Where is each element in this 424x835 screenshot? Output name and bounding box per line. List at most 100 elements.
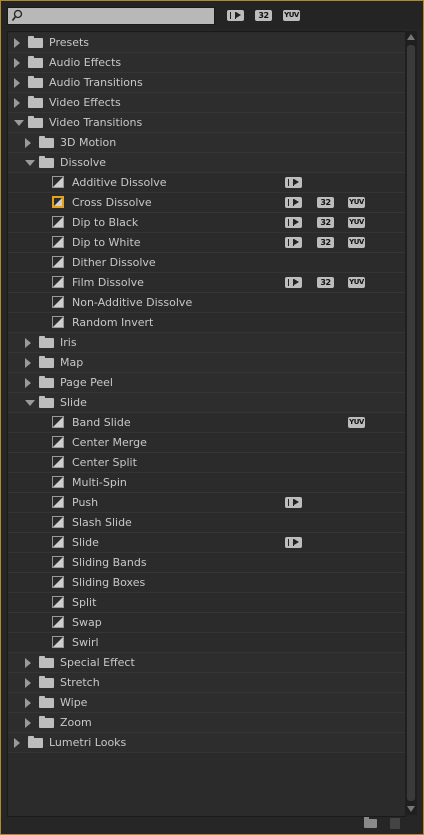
effect-label: Non-Additive Dissolve <box>72 296 193 309</box>
yuv-effects-filter-button[interactable]: YUV <box>283 10 300 21</box>
effect-row[interactable]: Dip to Black 32 YUV <box>8 213 405 233</box>
bin-label: Special Effect <box>60 656 135 669</box>
bin-row[interactable]: 3D Motion <box>8 133 405 153</box>
bin-row[interactable]: Dissolve <box>8 153 405 173</box>
bin-row[interactable]: Zoom <box>8 713 405 733</box>
effect-row[interactable]: Band Slide YUV <box>8 413 405 433</box>
disclosure-open-icon[interactable] <box>25 400 35 406</box>
disclosure-closed-icon[interactable] <box>25 698 31 708</box>
effect-row[interactable]: Dither Dissolve <box>8 253 405 273</box>
effect-label: Split <box>72 596 97 609</box>
disclosure-closed-icon[interactable] <box>14 38 20 48</box>
scroll-thumb[interactable] <box>407 45 415 801</box>
accelerated-effects-icon <box>285 497 302 508</box>
delete-icon[interactable] <box>390 818 400 829</box>
transition-icon <box>52 516 64 528</box>
bin-row[interactable]: Map <box>8 353 405 373</box>
presets-folder-icon <box>28 36 43 48</box>
bin-label: Video Transitions <box>49 116 143 129</box>
disclosure-closed-icon[interactable] <box>14 738 20 748</box>
effect-row[interactable]: Non-Additive Dissolve <box>8 293 405 313</box>
effect-row[interactable]: Additive Dissolve <box>8 173 405 193</box>
vertical-scrollbar[interactable] <box>405 31 417 815</box>
disclosure-closed-icon[interactable] <box>25 338 31 348</box>
bin-label: Lumetri Looks <box>49 736 127 749</box>
yuv-effects-icon: YUV <box>348 197 365 208</box>
bin-label: Audio Effects <box>49 56 122 69</box>
accelerated-effects-filter-button[interactable] <box>227 10 244 21</box>
bin-label: Dissolve <box>60 156 107 169</box>
yuv-effects-icon: YUV <box>348 237 365 248</box>
accelerated-effects-icon <box>285 177 302 188</box>
folder-icon <box>39 156 54 168</box>
bin-row[interactable]: Iris <box>8 333 405 353</box>
bin-row[interactable]: Page Peel <box>8 373 405 393</box>
accelerated-effects-icon <box>285 197 302 208</box>
effect-row[interactable]: Slash Slide <box>8 513 405 533</box>
effect-row[interactable]: Center Split <box>8 453 405 473</box>
effect-row[interactable]: Slide <box>8 533 405 553</box>
disclosure-closed-icon[interactable] <box>25 358 31 368</box>
transition-icon <box>52 636 64 648</box>
bin-row[interactable]: Audio Effects <box>8 53 405 73</box>
effect-label: Swirl <box>72 636 99 649</box>
effect-row[interactable]: Split <box>8 593 405 613</box>
effect-row[interactable]: Random Invert <box>8 313 405 333</box>
bin-row[interactable]: Video Effects <box>8 93 405 113</box>
yuv-effects-icon: YUV <box>284 11 299 19</box>
effect-row[interactable]: Swirl <box>8 633 405 653</box>
transition-icon <box>52 276 64 288</box>
bin-row[interactable]: Slide <box>8 393 405 413</box>
bin-row[interactable]: Special Effect <box>8 653 405 673</box>
effect-label: Additive Dissolve <box>72 176 167 189</box>
effect-label: Swap <box>72 616 102 629</box>
effect-row[interactable]: Swap <box>8 613 405 633</box>
disclosure-open-icon[interactable] <box>25 160 35 166</box>
32-bit-effects-filter-button[interactable]: 32 <box>255 10 272 21</box>
bin-row[interactable]: Stretch <box>8 673 405 693</box>
transition-icon <box>52 436 64 448</box>
disclosure-closed-icon[interactable] <box>14 78 20 88</box>
bin-row[interactable]: Presets <box>8 33 405 53</box>
bin-row[interactable]: Lumetri Looks <box>8 733 405 753</box>
effect-row[interactable]: Sliding Bands <box>8 553 405 573</box>
disclosure-closed-icon[interactable] <box>25 678 31 688</box>
search-input[interactable] <box>7 7 215 25</box>
effect-label: Dip to White <box>72 236 141 249</box>
effect-row[interactable]: Push <box>8 493 405 513</box>
folder-icon <box>39 376 54 388</box>
folder-icon <box>39 396 54 408</box>
effect-row[interactable]: Center Merge <box>8 433 405 453</box>
effect-row[interactable]: Cross Dissolve 32 YUV <box>8 193 405 213</box>
effect-label: Center Split <box>72 456 137 469</box>
effect-row[interactable]: Film Dissolve 32 YUV <box>8 273 405 293</box>
effect-row[interactable]: Multi-Spin <box>8 473 405 493</box>
transition-icon <box>52 216 64 228</box>
scroll-down-arrow-icon[interactable] <box>407 806 415 812</box>
new-custom-bin-icon[interactable] <box>364 817 377 828</box>
effect-row[interactable]: Dip to White 32 YUV <box>8 233 405 253</box>
transition-icon <box>52 576 64 588</box>
bin-label: Stretch <box>60 676 100 689</box>
effect-row[interactable]: Sliding Boxes <box>8 573 405 593</box>
bin-row[interactable]: Wipe <box>8 693 405 713</box>
transition-icon <box>52 176 64 188</box>
32-bit-effects-icon: 32 <box>317 237 334 248</box>
disclosure-closed-icon[interactable] <box>25 718 31 728</box>
bin-label: Wipe <box>60 696 88 709</box>
effect-label: Sliding Boxes <box>72 576 146 589</box>
disclosure-closed-icon[interactable] <box>25 378 31 388</box>
bin-row[interactable]: Audio Transitions <box>8 73 405 93</box>
disclosure-closed-icon[interactable] <box>25 658 31 668</box>
disclosure-closed-icon[interactable] <box>14 58 20 68</box>
transition-icon <box>52 196 64 208</box>
disclosure-open-icon[interactable] <box>14 120 24 126</box>
scroll-up-arrow-icon[interactable] <box>407 34 415 40</box>
disclosure-closed-icon[interactable] <box>14 98 20 108</box>
accelerated-effects-icon <box>285 537 302 548</box>
bin-row[interactable]: Video Transitions <box>8 113 405 133</box>
disclosure-closed-icon[interactable] <box>25 138 31 148</box>
effect-label: Random Invert <box>72 316 154 329</box>
effect-label: Push <box>72 496 99 509</box>
transition-icon <box>52 256 64 268</box>
